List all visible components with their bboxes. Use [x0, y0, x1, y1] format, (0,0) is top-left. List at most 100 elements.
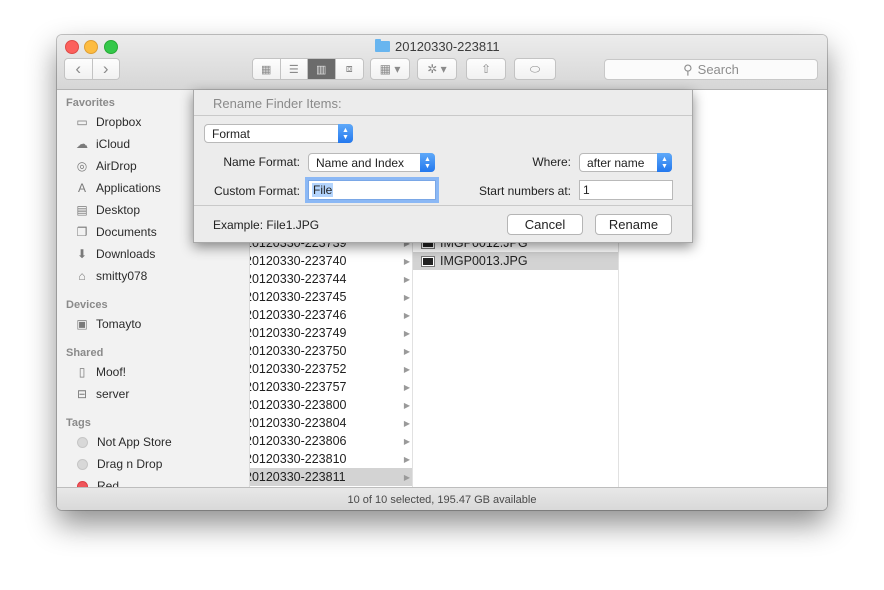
name-format-label: Name Format:	[223, 155, 300, 169]
search-field[interactable]: ⚲ Search	[604, 59, 818, 80]
rename-mode-value: Format	[212, 126, 251, 141]
folder-row[interactable]: 20120330-223804 ▶	[250, 414, 410, 432]
folder-row[interactable]: 20120330-223744 ▶	[250, 270, 410, 288]
example-text: Example: File1.JPG	[213, 218, 320, 232]
tag-button[interactable]: ⬭	[514, 58, 556, 80]
sidebar-item-downloads[interactable]: ⬇ Downloads	[74, 245, 155, 263]
sidebar-item-label: smitty078	[96, 269, 148, 283]
chevron-right-icon: ›	[102, 59, 109, 78]
custom-format-field[interactable]: File	[308, 180, 436, 200]
chevron-left-icon: ‹	[75, 59, 82, 78]
applications-icon: A	[77, 181, 86, 195]
zoom-button[interactable]	[104, 40, 118, 54]
sidebar-heading-devices: Devices	[66, 299, 108, 311]
sidebar-item-label: Dropbox	[96, 115, 142, 129]
arrange-button[interactable]: ▦ ▾	[370, 58, 410, 80]
start-numbers-field[interactable]: 1	[579, 180, 673, 200]
folder-row[interactable]: 20120330-223752 ▶	[250, 360, 410, 378]
sidebar-item-tomayto[interactable]: ▣ Tomayto	[74, 315, 141, 333]
disclosure-arrow-icon: ▶	[403, 328, 410, 338]
disclosure-arrow-icon: ▶	[403, 436, 410, 446]
disclosure-arrow-icon: ▶	[403, 400, 410, 410]
disclosure-arrow-icon: ▶	[403, 310, 410, 320]
column-view-icon: ▥	[316, 63, 327, 76]
share-button[interactable]: ⇧	[466, 58, 506, 80]
folder-row-label: 20120330-223752	[250, 362, 347, 376]
where-popup[interactable]: after name ▲ ▼	[579, 153, 672, 172]
folder-row[interactable]: 20120330-223749 ▶	[250, 324, 410, 342]
folder-row-label: 20120330-223749	[250, 326, 347, 340]
folder-icon: ▭	[76, 115, 88, 129]
cancel-button[interactable]: Cancel	[507, 214, 583, 235]
folder-row[interactable]: 20120330-223746 ▶	[250, 306, 410, 324]
file-row-label: IMGP0013.JPG	[440, 254, 528, 268]
sidebar-item-applications[interactable]: A Applications	[74, 179, 161, 197]
sidebar-item-documents[interactable]: ❐ Documents	[74, 223, 157, 241]
sidebar-heading-tags: Tags	[66, 417, 91, 429]
sidebar-item-desktop[interactable]: ▤ Desktop	[74, 201, 140, 219]
sidebar-tag-drag-n-drop[interactable]: Drag n Drop	[74, 455, 162, 473]
list-view-icon: ☰	[288, 63, 299, 76]
icon-view-button[interactable]: ▦	[253, 59, 281, 79]
disclosure-arrow-icon: ▶	[403, 274, 410, 284]
column-view-button[interactable]: ▥	[308, 59, 336, 79]
file-row-selected[interactable]: IMGP0013.JPG	[413, 252, 618, 270]
action-button[interactable]: ✲ ▾	[417, 58, 457, 80]
sidebar-item-airdrop[interactable]: ◎ AirDrop	[74, 157, 137, 175]
sidebar-item-home[interactable]: ⌂ smitty078	[74, 267, 147, 285]
sidebar-heading-shared: Shared	[66, 347, 104, 359]
gear-icon: ✲ ▾	[427, 62, 447, 76]
popup-stepper-icon: ▲ ▼	[338, 124, 353, 143]
folder-row[interactable]: 20120330-223810 ▶	[250, 450, 410, 468]
forward-button[interactable]: ›	[92, 59, 119, 79]
folder-row-label: 20120330-223740	[250, 254, 347, 268]
chevron-up-icon: ▲	[342, 126, 349, 134]
view-mode-segment: ▦ ☰ ▥ ⧈	[252, 58, 364, 80]
sidebar-item-label: server	[96, 387, 130, 401]
finder-window: 20120330-223811 ‹ › ▦ ☰ ▥ ⧈ ▦ ▾ ✲ ▾ ⇧ ⬭ …	[57, 35, 827, 510]
sidebar-tag-not-app-store[interactable]: Not App Store	[74, 433, 172, 451]
sidebar-item-label: Not App Store	[97, 435, 172, 449]
folder-row[interactable]: 20120330-223757 ▶	[250, 378, 410, 396]
desktop-icon: ▤	[76, 203, 88, 217]
folder-row[interactable]: 20120330-223750 ▶	[250, 342, 410, 360]
folder-row-selected[interactable]: 20120330-223811 ▶	[250, 468, 412, 486]
search-placeholder: Search	[697, 62, 739, 77]
folder-row-label: 20120330-223744	[250, 272, 347, 286]
rename-button[interactable]: Rename	[595, 214, 672, 235]
rename-mode-popup[interactable]: Format ▲ ▼	[204, 124, 353, 143]
popup-stepper-icon: ▲ ▼	[657, 153, 672, 172]
sidebar-item-server[interactable]: ⊟ server	[74, 385, 129, 403]
coverflow-view-button[interactable]: ⧈	[335, 59, 363, 79]
disclosure-arrow-icon: ▶	[403, 346, 410, 356]
minimize-button[interactable]	[84, 40, 98, 54]
sidebar-item-moof[interactable]: ▯ Moof!	[74, 363, 126, 381]
list-view-button[interactable]: ☰	[280, 59, 308, 79]
start-numbers-value: 1	[583, 183, 590, 197]
folder-row[interactable]: 20120330-223806 ▶	[250, 432, 410, 450]
divider	[194, 115, 692, 116]
folder-row[interactable]: 20120330-223800 ▶	[250, 396, 410, 414]
back-button[interactable]: ‹	[65, 59, 93, 79]
folder-row[interactable]: 20120330-223745 ▶	[250, 288, 410, 306]
icon-view-icon: ▦	[261, 63, 272, 76]
sidebar-item-icloud[interactable]: ☁ iCloud	[74, 135, 130, 153]
rename-sheet: Rename Finder Items: Format ▲ ▼ Name Form…	[193, 90, 693, 243]
folder-row-label: 20120330-223745	[250, 290, 347, 304]
disclosure-arrow-icon: ▶	[403, 292, 410, 302]
sidebar-item-label: Moof!	[96, 365, 127, 379]
title-bar: 20120330-223811 ‹ › ▦ ☰ ▥ ⧈ ▦ ▾ ✲ ▾ ⇧ ⬭ …	[57, 35, 827, 90]
window-title: 20120330-223811	[375, 38, 500, 54]
name-format-popup[interactable]: Name and Index ▲ ▼	[308, 153, 435, 172]
folder-row-label: 20120330-223811	[250, 470, 346, 484]
folder-row-label: 20120330-223800	[250, 398, 347, 412]
custom-format-value: File	[312, 183, 334, 197]
where-value: after name	[587, 155, 645, 170]
sidebar-item-dropbox[interactable]: ▭ Dropbox	[74, 113, 141, 131]
folder-row-label: 20120330-223746	[250, 308, 347, 322]
folder-row[interactable]: 20120330-223740 ▶	[250, 252, 410, 270]
share-icon: ⇧	[480, 62, 492, 76]
close-button[interactable]	[65, 40, 79, 54]
status-text: 10 of 10 selected, 195.47 GB available	[347, 493, 537, 506]
divider	[194, 205, 692, 206]
